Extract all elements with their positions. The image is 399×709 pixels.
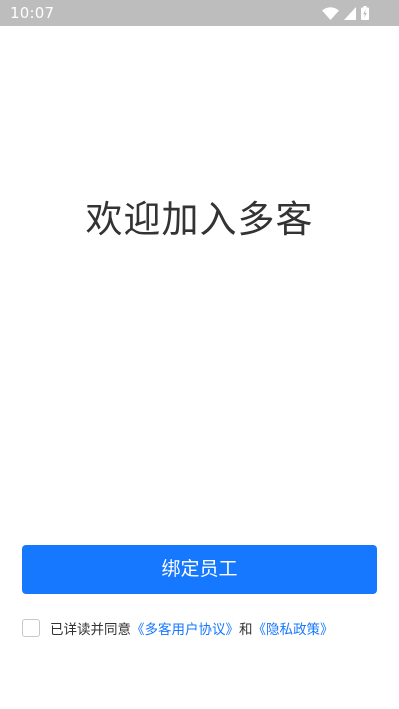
bind-employee-button[interactable]: 绑定员工: [22, 545, 377, 594]
privacy-policy-link[interactable]: 《隐私政策》: [253, 618, 334, 638]
user-agreement-link[interactable]: 《多客用户协议》: [131, 618, 239, 638]
agreement-prefix: 已详读并同意: [50, 622, 131, 638]
wifi-icon: [322, 7, 339, 20]
status-icons: [322, 6, 369, 20]
agree-checkbox[interactable]: [22, 619, 40, 637]
status-bar: 10:07: [0, 0, 399, 26]
cellular-signal-icon: [344, 7, 356, 20]
battery-charging-icon: [361, 6, 369, 20]
welcome-title: 欢迎加入多客: [85, 198, 314, 241]
agreement-conjunction: 和: [239, 622, 253, 638]
status-time: 10:07: [10, 4, 55, 22]
agreement-row: 已详读并同意 《多客用户协议》 和 《隐私政策》: [22, 617, 334, 639]
